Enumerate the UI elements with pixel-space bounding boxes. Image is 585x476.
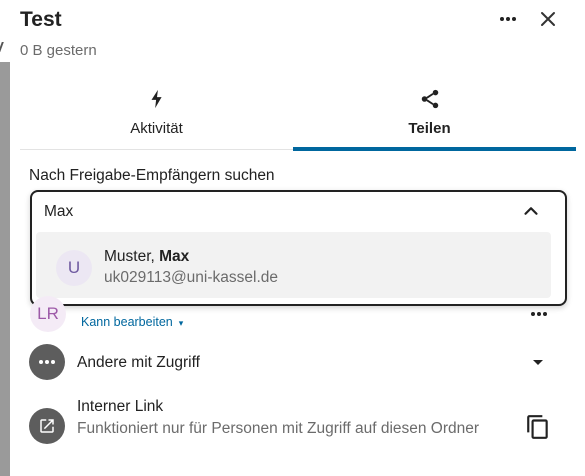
external-link-icon[interactable] xyxy=(29,408,65,444)
more-horizontal-icon xyxy=(500,17,516,21)
permission-label: Kann bearbeiten xyxy=(81,315,173,329)
active-tab-indicator xyxy=(293,147,576,151)
bolt-icon xyxy=(151,89,162,109)
share-search-input[interactable] xyxy=(44,200,484,224)
close-icon xyxy=(541,12,555,26)
internal-link-title: Interner Link xyxy=(77,398,164,415)
file-meta: 0 B gestern xyxy=(20,42,97,59)
member-more-icon[interactable] xyxy=(528,304,550,320)
copy-icon[interactable] xyxy=(525,414,551,440)
internal-link-row: Interner Link Funktioniert nur für Perso… xyxy=(29,398,567,468)
tab-share[interactable]: Teilen xyxy=(293,86,576,151)
background-app-area xyxy=(0,62,10,476)
more-actions-button[interactable] xyxy=(496,8,520,30)
avatar: U xyxy=(56,250,92,286)
result-name-match: Max xyxy=(159,248,190,265)
result-name: Muster, Max xyxy=(104,248,189,266)
open-in-new-icon xyxy=(40,419,54,433)
result-email: uk029113@uni-kassel.de xyxy=(104,269,279,286)
search-result-item[interactable]: U Muster, Max uk029113@uni-kassel.de xyxy=(36,232,551,298)
others-with-access-row[interactable]: Andere mit Zugriff xyxy=(29,344,567,382)
sidebar-tabs: Aktivität Teilen xyxy=(20,86,576,151)
share-search-combobox: U Muster, Max uk029113@uni-kassel.de xyxy=(30,190,567,306)
internal-link-description: Funktioniert nur für Personen mit Zugrif… xyxy=(77,420,480,437)
chevron-up-icon[interactable] xyxy=(520,200,542,222)
caret-down-icon xyxy=(533,360,543,365)
sidebar-panel: Test 0 B gestern Aktivität Teilen Nach F… xyxy=(10,0,585,476)
more-horizontal-icon xyxy=(39,360,55,364)
others-with-access-label: Andere mit Zugriff xyxy=(77,354,200,371)
share-search-label: Nach Freigabe-Empfängern suchen xyxy=(29,167,275,184)
collapse-caret-icon xyxy=(0,42,10,52)
share-icon xyxy=(421,89,438,109)
member-avatar: LR xyxy=(30,296,66,332)
tab-activity[interactable]: Aktivität xyxy=(20,86,293,150)
tab-activity-label: Aktivität xyxy=(130,120,183,137)
caret-down-icon: ▾ xyxy=(178,318,184,328)
file-title: Test xyxy=(20,8,62,31)
dots-circle-icon xyxy=(29,344,65,380)
tab-share-label: Teilen xyxy=(408,120,451,137)
result-name-prefix: Muster, xyxy=(104,248,160,265)
close-button[interactable] xyxy=(536,7,560,31)
permission-dropdown[interactable]: Kann bearbeiten ▾ xyxy=(81,315,183,329)
background-app-edge xyxy=(0,0,10,476)
